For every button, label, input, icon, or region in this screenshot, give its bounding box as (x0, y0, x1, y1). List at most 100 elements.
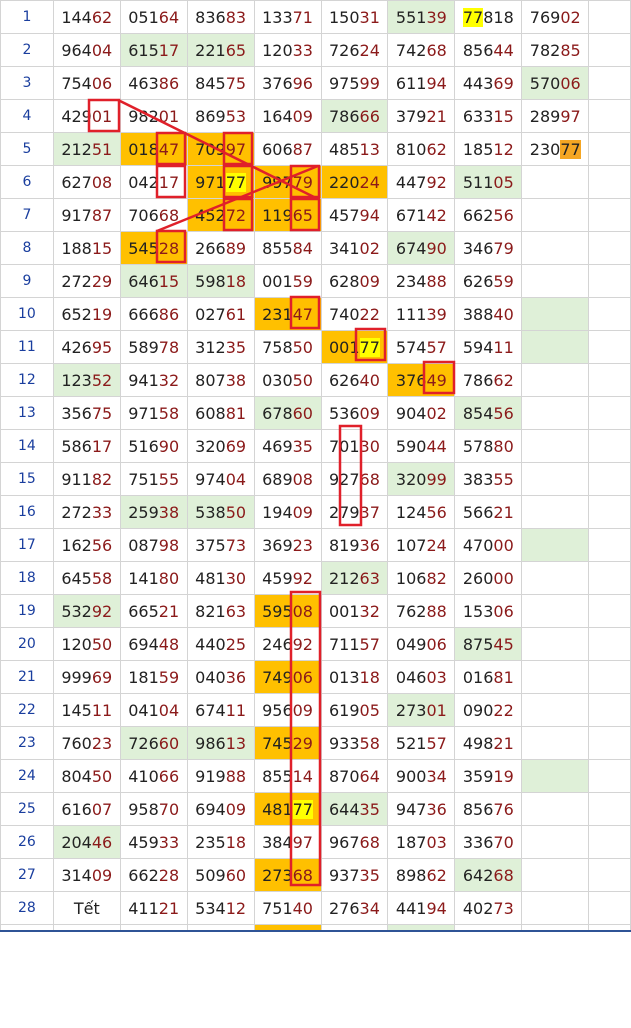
result-cell: 75140 (253, 891, 322, 925)
number-prefix: 001 (329, 337, 360, 357)
result-cell: 62659 (454, 264, 523, 298)
row-number: 6 (0, 165, 54, 199)
number-prefix: 320 (195, 436, 226, 456)
result-cell: 23488 (387, 264, 456, 298)
number-prefix: 845 (195, 73, 226, 93)
number-prefix: 975 (329, 73, 360, 93)
number-suffix: 76 (493, 799, 514, 819)
number-suffix: 09 (292, 700, 313, 720)
row-number: 5 (0, 132, 54, 166)
result-cell: 61517 (119, 33, 188, 67)
result-cell: 63315 (454, 99, 523, 133)
number-prefix: 941 (128, 370, 159, 390)
result-cell: Tết (52, 891, 121, 925)
number-prefix: 273 (395, 700, 427, 720)
number-suffix: 05 (493, 172, 514, 192)
table-row: 21 99969 18159 04036 74906 01318 04603 01681 (0, 660, 631, 694)
result-cell (588, 660, 631, 694)
number-suffix: 06 (426, 634, 447, 654)
number-suffix: 69 (225, 436, 247, 456)
result-cell: 76902 (521, 0, 590, 34)
result-cell: 31235 (186, 330, 255, 364)
result-cell: 01681 (454, 660, 523, 694)
result-cell: 67142 (387, 198, 456, 232)
number-prefix: 545 (128, 238, 159, 258)
number-suffix: 24 (359, 40, 380, 60)
number-suffix: 90 (158, 436, 180, 456)
number-suffix: 78 (158, 337, 180, 357)
number-prefix: 740 (329, 304, 360, 324)
number-prefix: 187 (395, 832, 427, 852)
number-suffix: 75 (225, 73, 247, 93)
number-suffix: 19 (493, 766, 514, 786)
number-suffix: 73 (493, 898, 514, 918)
number-prefix: 266 (195, 238, 226, 258)
number-prefix: 711 (329, 634, 360, 654)
number-suffix: 08 (292, 469, 313, 489)
result-cell (588, 561, 631, 595)
result-cell: 72624 (320, 33, 389, 67)
row-number: 24 (0, 759, 54, 793)
number-prefix: 018 (128, 139, 159, 159)
number-suffix: 28 (158, 238, 180, 258)
number-suffix: 89 (225, 238, 247, 258)
result-cell (521, 627, 590, 661)
result-cell: 44369 (454, 66, 523, 100)
number-prefix: 818 (483, 7, 514, 27)
table-row: 1 14462 05164 83683 13371 15031 55139 77818 7690… (0, 0, 631, 34)
number-suffix: 02 (426, 403, 447, 423)
number-suffix: 01 (158, 106, 180, 126)
result-cell: 91787 (52, 198, 121, 232)
number-suffix: 57 (426, 337, 447, 357)
number-prefix: 133 (262, 7, 293, 27)
number-prefix: 644 (329, 799, 360, 819)
result-cell (588, 825, 631, 859)
number-suffix: 12 (493, 139, 514, 159)
number-suffix: 50 (292, 337, 313, 357)
number-suffix: 42 (426, 205, 447, 225)
table-row: 12 12352 94132 80738 03050 62640 37649 78662 (0, 363, 631, 397)
table-row: 6 62708 04217 97177 99779 22024 44792 51105 (0, 165, 631, 199)
result-cell: 27301 (387, 693, 456, 727)
result-cell: 55139 (387, 0, 456, 34)
number-prefix: 426 (61, 337, 92, 357)
number-prefix: 751 (128, 469, 159, 489)
number-suffix: 36 (426, 799, 447, 819)
number-prefix: 616 (61, 799, 92, 819)
result-cell: 96404 (52, 33, 121, 67)
result-cell: 65219 (52, 297, 121, 331)
number-prefix: 259 (128, 502, 159, 522)
row-number: 18 (0, 561, 54, 595)
number-suffix: 62 (493, 370, 514, 390)
number-prefix: 646 (128, 271, 159, 291)
number-prefix: 762 (395, 601, 427, 621)
number-prefix: 870 (329, 766, 360, 786)
result-cell: 60687 (253, 132, 322, 166)
result-cell: 97404 (186, 462, 255, 496)
result-cell: 18159 (119, 660, 188, 694)
number-prefix: 997 (262, 172, 293, 192)
result-cell: 38840 (454, 297, 523, 331)
result-cell: 67411 (186, 693, 255, 727)
number-suffix: 04 (225, 469, 247, 489)
result-cell: 53850 (186, 495, 255, 529)
number-prefix: 694 (128, 634, 159, 654)
number-suffix: 32 (158, 370, 180, 390)
number-prefix: 836 (195, 7, 226, 27)
table-row: 23 76023 72660 98613 74529 93358 52157 49821 (0, 726, 631, 760)
result-cell: 92768 (320, 462, 389, 496)
result-cell: 24692 (253, 627, 322, 661)
number-prefix: 235 (195, 832, 226, 852)
number-suffix: 70 (158, 799, 180, 819)
number-suffix: 62 (91, 7, 113, 27)
number-prefix: 856 (462, 799, 494, 819)
table-row: 22 14511 04104 67411 95609 61905 27301 09022 (0, 693, 631, 727)
number-suffix: 40 (493, 304, 514, 324)
number-prefix: 999 (61, 667, 92, 687)
result-cell: 36923 (253, 528, 322, 562)
result-cell: 45933 (119, 825, 188, 859)
result-cell: 23147 (253, 297, 322, 331)
number-suffix: 05 (359, 700, 380, 720)
number-suffix: 13 (359, 139, 380, 159)
result-cell: 12033 (253, 33, 322, 67)
